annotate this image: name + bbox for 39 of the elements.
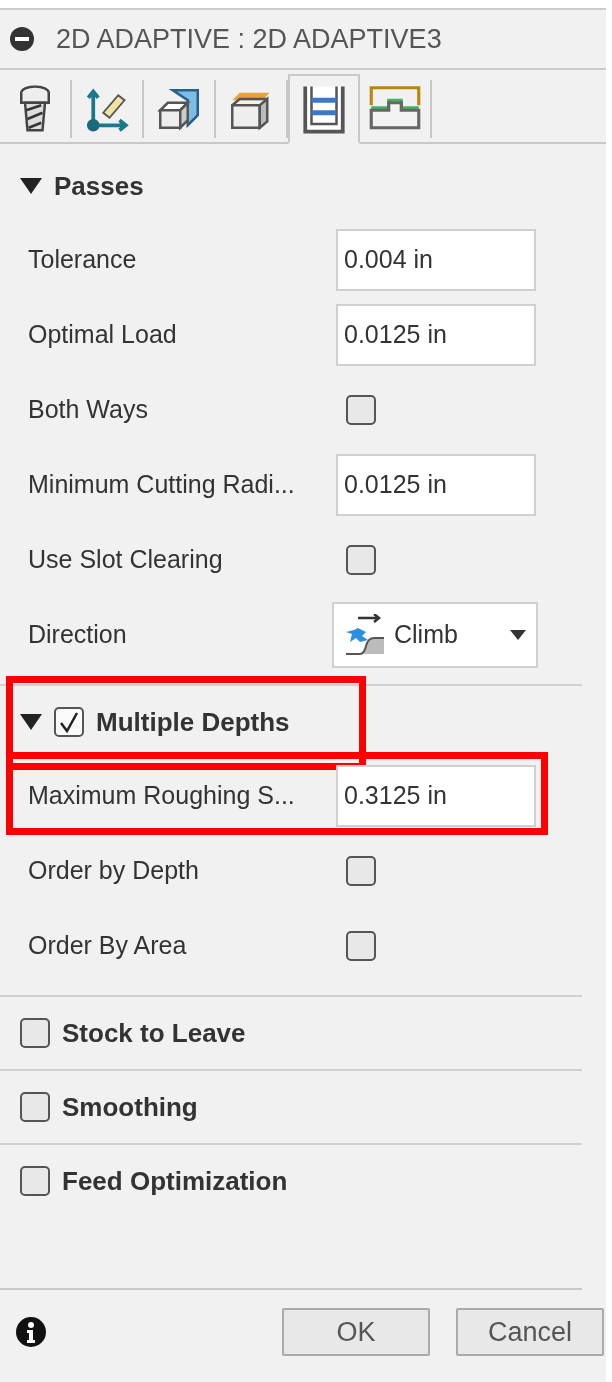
field-label: Use Slot Clearing xyxy=(28,545,224,574)
climb-icon xyxy=(344,613,386,656)
checkbox[interactable] xyxy=(20,1018,50,1048)
window-title: 2D ADAPTIVE : 2D ADAPTIVE3 xyxy=(56,23,442,55)
checkbox[interactable] xyxy=(346,544,376,575)
field-label: Tolerance xyxy=(28,245,138,274)
section-title: Feed Optimization xyxy=(62,1165,288,1197)
info-icon[interactable] xyxy=(16,1317,46,1347)
field-label: Optimal Load xyxy=(28,320,178,349)
collapse-icon[interactable] xyxy=(10,27,34,51)
tab[interactable] xyxy=(288,74,360,144)
field-label: Minimum Cutting Radi... xyxy=(28,470,296,499)
field-label: Maximum Roughing S... xyxy=(28,781,296,810)
section-title: Passes xyxy=(54,170,144,202)
field-label: Order by Depth xyxy=(28,856,200,885)
input-field[interactable]: 0.0125 in xyxy=(336,303,536,366)
expand-triangle-icon[interactable] xyxy=(20,714,42,730)
checkbox[interactable] xyxy=(346,855,376,886)
input-field[interactable]: 0.0125 in xyxy=(336,453,536,516)
checkbox[interactable] xyxy=(346,930,376,961)
checkbox[interactable] xyxy=(346,394,376,425)
field-label: Direction xyxy=(28,620,128,649)
section-title: Multiple Depths xyxy=(96,706,290,738)
caret-icon xyxy=(510,629,526,640)
dialog-button[interactable]: Cancel xyxy=(456,1308,604,1356)
field-label: Both Ways xyxy=(28,395,149,424)
end-mill-icon xyxy=(18,85,52,133)
direction-dropdown[interactable]: Climb xyxy=(332,601,538,668)
input-field[interactable]: 0.004 in xyxy=(336,228,536,291)
checkbox[interactable] xyxy=(54,707,84,737)
dialog-button[interactable]: OK xyxy=(282,1308,430,1356)
checkbox[interactable] xyxy=(20,1166,50,1196)
field-label: Order By Area xyxy=(28,931,188,960)
passes-icon xyxy=(301,84,347,134)
checkbox[interactable] xyxy=(20,1092,50,1122)
section-title: Smoothing xyxy=(62,1091,198,1123)
expand-triangle-icon[interactable] xyxy=(20,178,42,194)
section-title: Stock to Leave xyxy=(62,1017,246,1049)
input-field[interactable]: 0.3125 in xyxy=(336,764,536,827)
